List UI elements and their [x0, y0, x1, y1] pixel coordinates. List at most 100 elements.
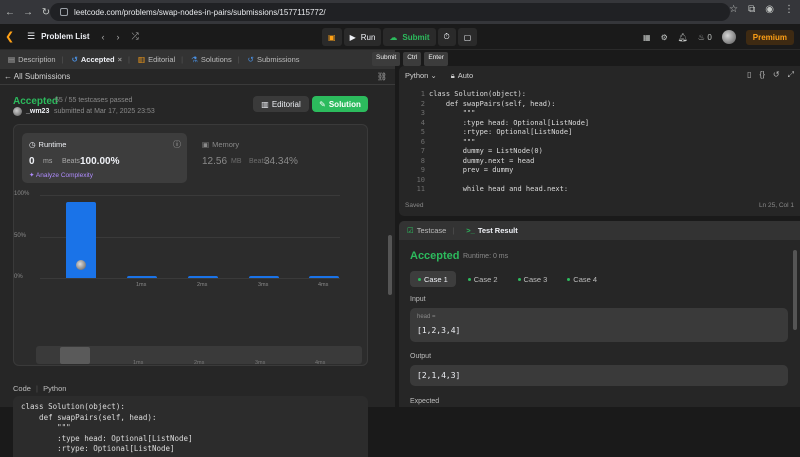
- left-tab-bar: ▤ Description | ↺ Accepted × | ▥ Editori…: [0, 50, 395, 69]
- profile-avatar-icon[interactable]: ◉: [765, 4, 774, 15]
- case-tab-4[interactable]: Case 4: [559, 271, 605, 287]
- shuffle-icon[interactable]: ⤮: [132, 31, 139, 42]
- code-line: dummy = ListNode(0): [429, 147, 543, 155]
- forward-arrow-icon[interactable]: →: [20, 4, 36, 20]
- output-value: [2,1,4,3]: [417, 371, 461, 380]
- tab-description[interactable]: ▤ Description: [8, 55, 56, 64]
- case-tab-1[interactable]: Case 1: [410, 271, 456, 287]
- back-arrow-icon[interactable]: ←: [2, 4, 18, 20]
- case-tabs: Case 1 Case 2 Case 3 Case 4: [410, 271, 605, 287]
- line-number: 1: [420, 90, 425, 98]
- history-clock-icon: ↺: [247, 55, 254, 64]
- submitted-code: class Solution(object): def swapPairs(se…: [13, 396, 368, 457]
- prev-problem-icon[interactable]: ‹: [102, 32, 105, 42]
- memory-tab[interactable]: ▣ Memory: [202, 140, 239, 149]
- settings-gear-icon[interactable]: ⚙: [661, 33, 668, 42]
- tab-separator: |: [128, 55, 130, 64]
- case-tab-2[interactable]: Case 2: [460, 271, 506, 287]
- lock-icon: 🔒︎: [450, 70, 455, 80]
- description-icon: ▤: [8, 55, 16, 64]
- info-icon[interactable]: ⓘ: [173, 139, 181, 150]
- runtime-bar-1ms[interactable]: [127, 276, 157, 278]
- separator: |: [36, 384, 38, 393]
- editor-code-area[interactable]: 1 class Solution(object): 2 def swapPairs(…: [399, 90, 800, 200]
- all-submissions-link[interactable]: ← All Submissions: [4, 72, 70, 81]
- browser-menu-icon[interactable]: ⋮: [784, 4, 794, 15]
- shortcut-key: Enter: [424, 52, 448, 66]
- tab-solutions[interactable]: ⚗ Solutions: [191, 55, 232, 64]
- code-line: :type head: Optional[ListNode]: [429, 118, 590, 127]
- debug-icon[interactable]: ▣: [322, 28, 342, 46]
- code-line: :rtype: Optional[ListNode]: [429, 128, 573, 136]
- language-select[interactable]: Python ⌄: [405, 71, 437, 80]
- run-button[interactable]: ▶ Run: [343, 28, 382, 46]
- close-tab-icon[interactable]: ×: [118, 55, 122, 64]
- code-line: prev = dummy: [429, 166, 514, 174]
- bookmark-star-icon[interactable]: ☆: [729, 4, 738, 15]
- scrubber-tick-label: 3ms: [255, 360, 266, 366]
- chip-icon: ▣: [202, 140, 210, 149]
- testcases-passed: 55 / 55 testcases passed: [55, 97, 133, 104]
- address-bar[interactable]: leetcode.com/problems/swap-nodes-in-pair…: [50, 3, 730, 21]
- line-number: 4: [420, 118, 425, 127]
- scrubber-tick-label: 4ms: [315, 360, 326, 366]
- tab-separator: |: [181, 55, 184, 64]
- expected-label: Expected: [410, 398, 440, 405]
- tab-testcase[interactable]: ☑ Testcase: [407, 226, 446, 235]
- tab-submissions[interactable]: ↺ Submissions: [248, 55, 300, 64]
- code-line: """: [429, 137, 476, 146]
- chevron-down-icon: ⌄: [430, 71, 437, 80]
- grid-line: [40, 278, 340, 279]
- browser-toolbar: ← → ↻ leetcode.com/problems/swap-nodes-i…: [0, 0, 800, 24]
- right-scrollbar[interactable]: [793, 250, 797, 330]
- submitter-username[interactable]: _wm23: [26, 108, 49, 115]
- share-link-icon[interactable]: ⛓: [377, 72, 387, 81]
- timer-icon[interactable]: ⏱: [437, 28, 456, 46]
- leetcode-logo-icon[interactable]: ❮: [5, 30, 17, 44]
- reset-icon[interactable]: ↺: [773, 70, 780, 80]
- extensions-icon[interactable]: ⧉: [748, 4, 755, 15]
- auto-mode-toggle[interactable]: 🔒︎ Auto: [451, 71, 473, 81]
- runtime-beats-label: Beats: [62, 158, 80, 165]
- runtime-title: ◷ Runtime: [29, 140, 67, 149]
- submit-button[interactable]: ☁ Submit: [383, 28, 436, 46]
- notification-bell-icon[interactable]: 🔔︎: [678, 33, 688, 42]
- notes-icon[interactable]: ▢: [457, 28, 478, 46]
- line-number: 2: [420, 99, 425, 108]
- tab-editorial[interactable]: ▥ Editorial: [138, 55, 175, 64]
- line-number: 9: [420, 166, 425, 174]
- runtime-bar-4ms[interactable]: [309, 276, 339, 278]
- scrubber-tick-label: 2ms: [194, 360, 205, 366]
- problem-list-icon[interactable]: ☰: [27, 31, 35, 42]
- x-tick-label: 3ms: [258, 282, 269, 288]
- left-scrollbar[interactable]: [388, 235, 392, 295]
- save-status: Saved: [405, 202, 424, 209]
- streak-fire-icon[interactable]: ♨ 0: [698, 33, 712, 42]
- expand-icon[interactable]: ⤢: [788, 70, 794, 80]
- solution-button[interactable]: ✎ Solution: [312, 96, 368, 112]
- site-info-icon[interactable]: [60, 8, 68, 16]
- runtime-bar-3ms[interactable]: [249, 276, 279, 278]
- book-icon: ▥: [261, 99, 269, 109]
- checkbox-icon: ☑: [407, 226, 414, 235]
- x-tick-label: 4ms: [318, 282, 329, 288]
- tab-test-result[interactable]: >_ Test Result: [466, 226, 517, 235]
- editorial-button[interactable]: ▥ Editorial: [253, 96, 309, 112]
- line-number: 6: [420, 137, 425, 146]
- user-avatar[interactable]: [721, 30, 736, 44]
- bookmark-icon[interactable]: ▯: [747, 70, 751, 80]
- scrubber-handle[interactable]: [60, 347, 90, 364]
- next-problem-icon[interactable]: ›: [117, 32, 120, 42]
- case-tab-3[interactable]: Case 3: [510, 271, 556, 287]
- premium-button[interactable]: Premium: [745, 29, 794, 45]
- output-label: Output: [410, 353, 432, 360]
- tab-separator: |: [61, 55, 64, 64]
- input-value: [1,2,3,4]: [417, 326, 461, 335]
- code-line: """: [429, 109, 476, 117]
- layout-grid-icon[interactable]: ▦: [643, 33, 651, 42]
- runtime-bar-2ms[interactable]: [188, 276, 218, 278]
- tab-accepted[interactable]: ↺ Accepted ×: [72, 55, 122, 64]
- braces-icon[interactable]: {}: [760, 70, 765, 80]
- problem-list-link[interactable]: Problem List: [41, 32, 89, 41]
- submitter-avatar[interactable]: [13, 107, 22, 116]
